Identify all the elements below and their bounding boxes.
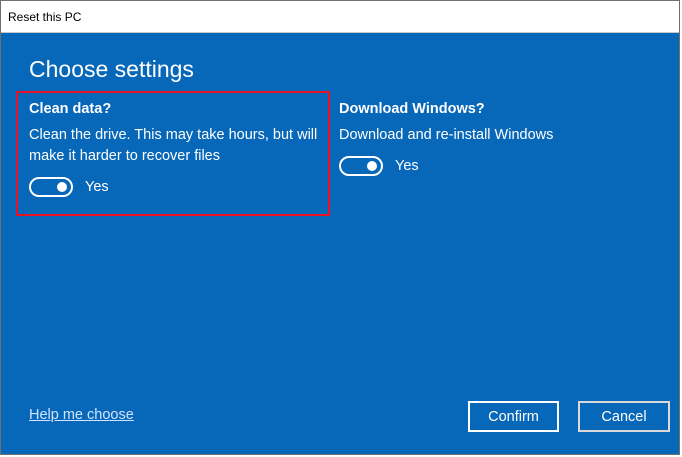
clean-data-toggle[interactable] (29, 177, 73, 197)
title-bar: Reset this PC (1, 1, 679, 33)
help-me-choose-link[interactable]: Help me choose (29, 407, 134, 423)
clean-data-section: Clean data? Clean the drive. This may ta… (29, 101, 329, 197)
download-windows-description: Download and re-install Windows (339, 127, 554, 143)
reset-pc-dialog: Reset this PC Choose settings Clean data… (0, 0, 680, 455)
download-windows-section: Download Windows? Download and re-instal… (339, 101, 639, 176)
download-windows-toggle[interactable] (339, 156, 383, 176)
window-title: Reset this PC (8, 10, 82, 24)
cancel-button[interactable]: Cancel (578, 401, 670, 432)
download-windows-title: Download Windows? (339, 101, 485, 117)
download-windows-toggle-row: Yes (339, 156, 639, 176)
page-title: Choose settings (29, 56, 194, 82)
clean-data-toggle-label: Yes (85, 179, 109, 195)
clean-data-description: Clean the drive. This may take hours, bu… (29, 127, 318, 164)
clean-data-title: Clean data? (29, 101, 112, 117)
confirm-button[interactable]: Confirm (468, 401, 559, 432)
toggle-knob (367, 161, 377, 171)
toggle-knob (57, 182, 67, 192)
clean-data-toggle-row: Yes (29, 177, 329, 197)
download-windows-toggle-label: Yes (395, 158, 419, 174)
